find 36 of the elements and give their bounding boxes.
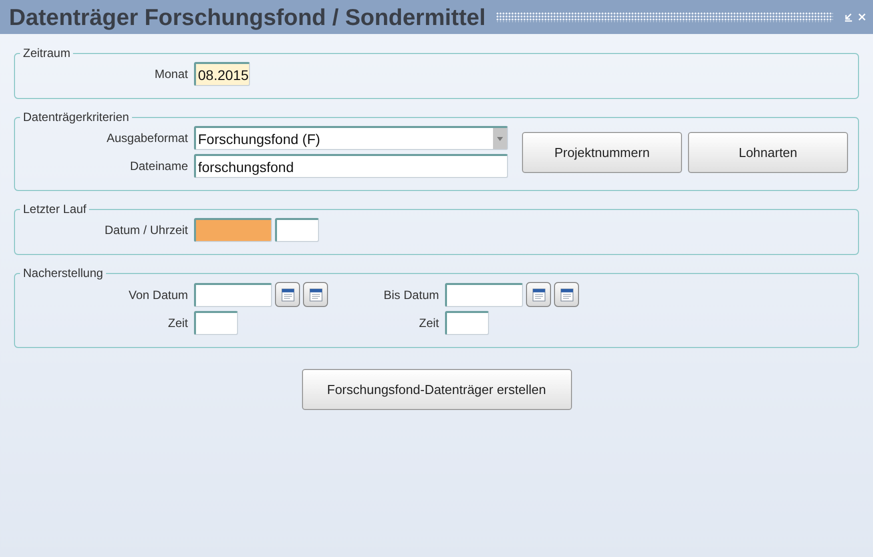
calendar-icon <box>280 286 296 302</box>
field-label: Zeit <box>166 316 188 330</box>
input-field[interactable]: 08.2015 <box>194 62 250 86</box>
calendar-button[interactable] <box>526 282 551 307</box>
group-title: Letzter Lauf <box>22 202 88 216</box>
minimize-icon[interactable] <box>843 12 853 22</box>
field-label: Von Datum <box>128 288 188 302</box>
group-title: Datenträgerkriterien <box>22 110 130 124</box>
input-field[interactable] <box>194 282 272 306</box>
group-title: Zeitraum <box>22 46 72 60</box>
window-title: Datenträger Forschungsfond / Sondermittel <box>9 4 486 30</box>
close-icon[interactable] <box>857 12 867 22</box>
calendar-button[interactable] <box>275 282 300 307</box>
calendar-button[interactable] <box>554 282 579 307</box>
dropdown-field[interactable]: Forschungsfond (F) <box>194 126 508 150</box>
calendar-icon <box>308 286 324 302</box>
field-label: Zeit <box>418 316 439 330</box>
field-label: Monat <box>154 67 188 81</box>
dialog-button[interactable]: Lohnarten <box>688 132 848 172</box>
input-field[interactable]: forschungsfond <box>194 154 508 178</box>
dialog-button[interactable]: Projektnummern <box>522 132 682 172</box>
input-field[interactable] <box>445 282 523 306</box>
calendar-icon <box>558 286 574 302</box>
field-label: Bis Datum <box>382 288 439 302</box>
input-field[interactable] <box>194 311 238 335</box>
field-label: Dateiname <box>128 159 188 173</box>
group-title: Nacherstellung <box>22 266 104 280</box>
field-label: Datum / Uhrzeit <box>104 223 188 237</box>
calendar-button[interactable] <box>303 282 328 307</box>
field-label: Ausgabeformat <box>106 131 188 145</box>
input-field[interactable] <box>275 218 319 242</box>
dropdown-arrow-icon <box>496 136 504 142</box>
input-field[interactable] <box>445 311 489 335</box>
calendar-icon <box>530 286 546 302</box>
input-field[interactable] <box>194 218 272 242</box>
create-button[interactable]: Forschungsfond-Datenträger erstellen <box>302 369 572 410</box>
